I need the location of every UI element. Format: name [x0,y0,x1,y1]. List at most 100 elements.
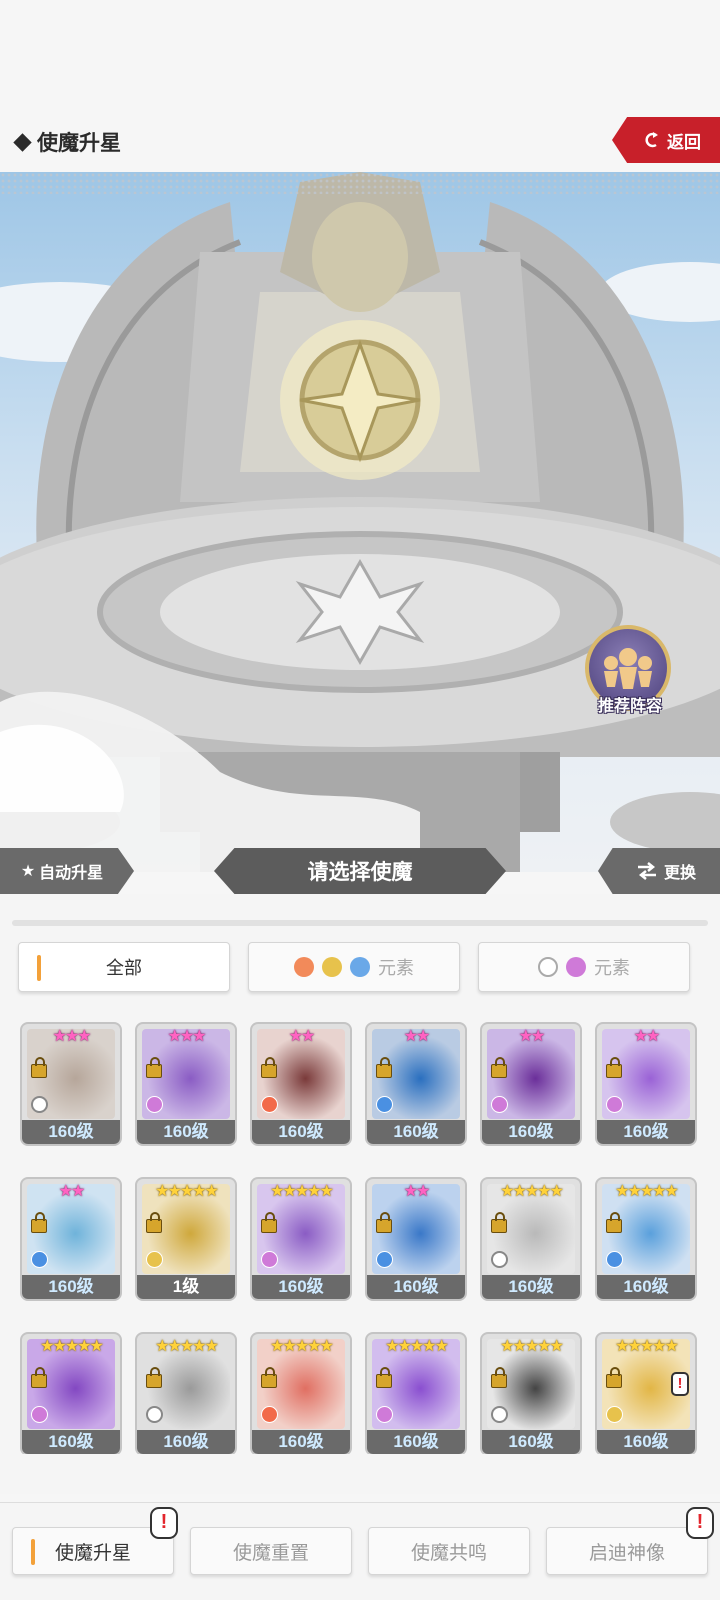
back-button[interactable]: 返回 [612,117,720,163]
familiar-panel: 全部 元素 元素 ★★★ 160级 ★★★ 160级 ★★ 160级 ★★ 160级 ★★ 160… [0,894,720,1494]
water-element-icon [31,1251,48,1268]
alert-badge-icon: ! [686,1507,714,1539]
lock-icon [31,1212,47,1233]
filter-all-button[interactable]: 全部 [18,942,230,992]
page-title-text: 使魔升星 [37,132,121,155]
familiar-level: 160级 [597,1275,695,1299]
filter-element-light-dark-button[interactable]: 元素 [478,942,690,992]
familiar-card[interactable]: ★★ 160级 [595,1022,697,1146]
auto-star-label: 自动升星 [39,865,104,882]
page-title: 使魔升星 [13,127,121,157]
change-button[interactable]: 更换 [598,848,720,894]
star-rating: ★★★★★ [155,1338,219,1355]
familiar-card[interactable]: ★★ 160级 [365,1022,467,1146]
star-rating: ★★ [518,1028,546,1045]
star-rating: ★★★★★ [615,1183,679,1200]
light-element-icon [491,1251,508,1268]
lock-icon [146,1367,162,1388]
filter-all-label: 全部 [106,958,142,978]
return-arrow-icon [645,132,658,148]
star-rating: ★★ [403,1183,431,1200]
familiar-level: 160级 [137,1430,235,1454]
familiar-card[interactable]: ★★★★★ 160级 [135,1332,237,1456]
lock-icon [31,1057,47,1078]
light-element-icon [31,1096,48,1113]
familiar-level: 160级 [252,1275,350,1299]
tab-enlighten-statue[interactable]: 启迪神像 [546,1527,708,1575]
water-element-icon [376,1251,393,1268]
tab-reset-label: 使魔重置 [232,1542,309,1564]
star-rating: ★★ [403,1028,431,1045]
dark-element-icon [261,1251,278,1268]
wind-element-icon [146,1251,163,1268]
familiar-card[interactable]: ★★★ 160级 [135,1022,237,1146]
page: 使魔升星 返回 推荐阵容 ★ 自动升星 请选择使魔 更换 全部 元素 元素 ★★… [0,0,720,1600]
fire-icon [294,957,314,977]
familiar-level: 160级 [22,1275,120,1299]
familiar-card[interactable]: ★★★★★! 160级 [595,1332,697,1456]
familiar-card[interactable]: ★★★★★ 160级 [20,1332,122,1456]
back-button-label: 返回 [667,132,701,152]
tab-star-up[interactable]: 使魔升星 [12,1527,174,1575]
familiar-card[interactable]: ★★ 160级 [480,1022,582,1146]
fire-element-icon [261,1096,278,1113]
familiar-level: 160级 [597,1120,695,1144]
familiar-level: 160级 [367,1430,465,1454]
familiar-card[interactable]: ★★★★★ 160级 [365,1332,467,1456]
tab-resonance-label: 使魔共鸣 [410,1542,487,1564]
auto-star-button[interactable]: ★ 自动升星 [0,848,134,894]
familiar-level: 160级 [482,1275,580,1299]
familiar-card[interactable]: ★★★★★ 160级 [480,1332,582,1456]
tab-reset[interactable]: 使魔重置 [190,1527,352,1575]
lock-icon [491,1367,507,1388]
lock-icon [606,1367,622,1388]
statue-stage: 推荐阵容 [0,172,720,872]
star-rating: ★★★★★ [155,1183,219,1200]
tab-resonance[interactable]: 使魔共鸣 [368,1527,530,1575]
select-prompt-label: 请选择使魔 [307,861,413,884]
familiar-card[interactable]: ★★★★★ 160级 [480,1177,582,1301]
active-indicator [31,1539,35,1565]
familiar-card[interactable]: ★★ 160级 [250,1022,352,1146]
lock-icon [261,1367,277,1388]
familiar-card[interactable]: ★★★★★ 1级 [135,1177,237,1301]
familiar-card[interactable]: ★★ 160级 [365,1177,467,1301]
lock-icon [491,1212,507,1233]
diamond-icon [13,132,32,152]
swap-icon [637,862,656,880]
familiar-level: 160级 [597,1430,695,1454]
lock-icon [491,1057,507,1078]
familiar-level: 160级 [482,1120,580,1144]
familiar-card[interactable]: ★★★★★ 160级 [250,1177,352,1301]
star-icon: ★ [20,863,36,880]
familiar-card[interactable]: ★★★★★ 160级 [250,1332,352,1456]
lock-icon [31,1367,47,1388]
familiar-level: 160级 [367,1275,465,1299]
wind-element-icon [606,1406,623,1423]
dark-element-icon [606,1096,623,1113]
lock-icon [146,1057,162,1078]
bottom-tab-bar: 使魔升星 使魔重置 使魔共鸣 启迪神像 ! ! [0,1502,720,1600]
familiar-level: 1级 [137,1275,235,1299]
lock-icon [606,1057,622,1078]
star-rating: ★★★★★ [615,1338,679,1355]
water-element-icon [376,1096,393,1113]
lock-icon [376,1057,392,1078]
light-element-icon [491,1406,508,1423]
familiar-card[interactable]: ★★ 160级 [20,1177,122,1301]
header: 使魔升星 返回 [0,115,720,171]
lock-icon [376,1367,392,1388]
filter-element-basic-button[interactable]: 元素 [248,942,460,992]
water-element-icon [606,1251,623,1268]
familiar-level: 160级 [252,1430,350,1454]
star-rating: ★★★★★ [270,1183,334,1200]
familiar-card[interactable]: ★★★ 160级 [20,1022,122,1146]
recommend-team-label: 推荐阵容 [597,698,662,715]
familiar-card[interactable]: ★★★★★ 160级 [595,1177,697,1301]
scroll-indicator[interactable] [12,920,708,926]
change-label: 更换 [663,865,696,882]
familiar-level: 160级 [367,1120,465,1144]
dark-element-icon [491,1096,508,1113]
grid-fade [0,1454,720,1494]
familiar-level: 160级 [22,1120,120,1144]
